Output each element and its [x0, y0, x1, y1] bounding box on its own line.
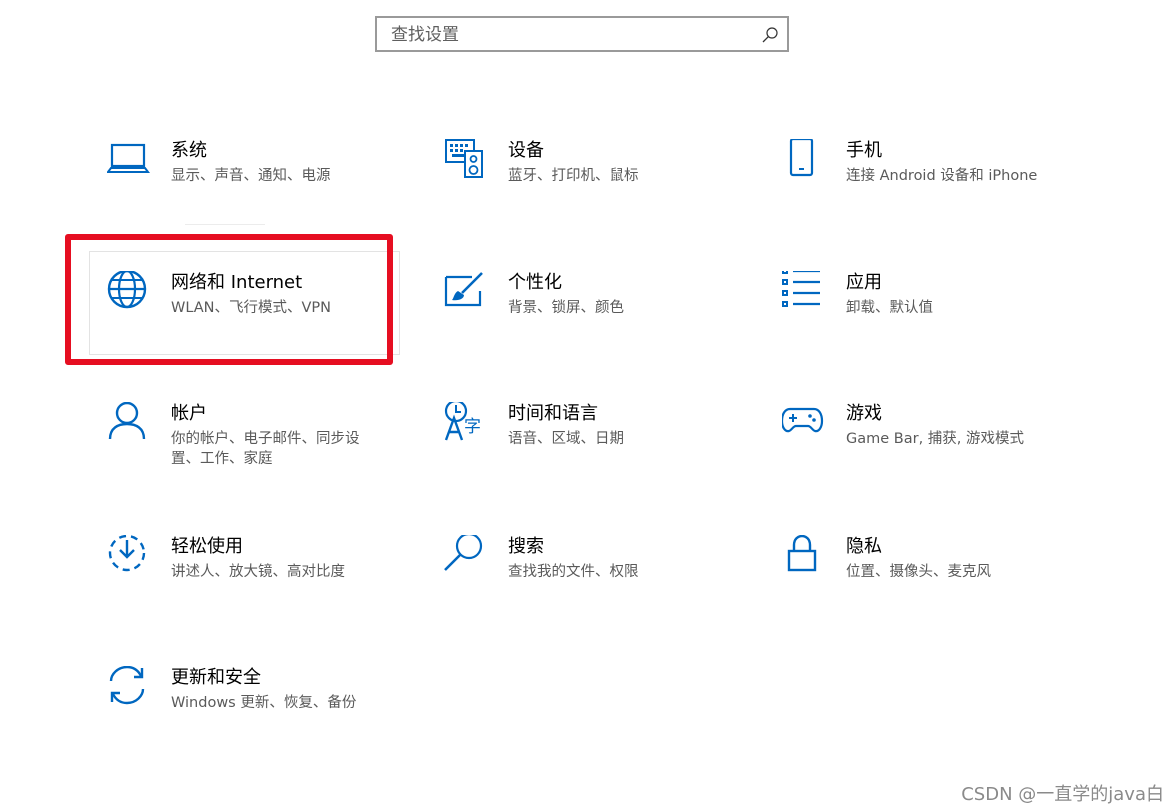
tile-system[interactable]: 系统 显示、声音、通知、电源	[107, 139, 407, 229]
tile-search[interactable]: 搜索 查找我的文件、权限	[444, 535, 744, 625]
search-placeholder: 查找设置	[391, 25, 459, 45]
apps-list-icon	[782, 271, 826, 315]
tile-title: 手机	[846, 140, 882, 161]
divider	[185, 224, 265, 225]
tile-title: 搜索	[508, 536, 544, 557]
tile-title: 时间和语言	[508, 403, 598, 424]
tile-title: 应用	[846, 272, 882, 293]
tile-desc: 查找我的文件、权限	[508, 564, 639, 580]
gamepad-icon	[782, 402, 826, 446]
tile-desc: 蓝牙、打印机、鼠标	[508, 168, 639, 184]
tile-desc: 显示、声音、通知、电源	[171, 168, 331, 184]
tile-phone[interactable]: 手机 连接 Android 设备和 iPhone	[782, 139, 1082, 229]
svg-text:字: 字	[464, 417, 481, 437]
lock-icon	[782, 535, 826, 579]
tile-desc: 你的帐户、电子邮件、同步设置、工作、家庭	[171, 431, 360, 467]
tile-desc: 位置、摄像头、麦克风	[846, 564, 991, 580]
tile-desc: 连接 Android 设备和 iPhone	[846, 168, 1038, 184]
tile-title: 轻松使用	[171, 536, 243, 557]
ease-of-access-icon	[107, 535, 151, 579]
tile-devices[interactable]: 设备 蓝牙、打印机、鼠标	[444, 139, 744, 229]
tile-apps[interactable]: 应用 卸载、默认值	[782, 271, 1082, 361]
tile-desc: 卸载、默认值	[846, 300, 933, 316]
tile-title: 帐户	[171, 403, 207, 424]
tile-title: 个性化	[508, 272, 562, 293]
tile-desc: 背景、锁屏、颜色	[508, 300, 624, 316]
tile-desc: 讲述人、放大镜、高对比度	[171, 564, 345, 580]
tile-title: 隐私	[846, 536, 882, 557]
tile-desc: Game Bar, 捕获, 游戏模式	[846, 431, 1025, 447]
settings-page: 查找设置 系统 显示、声音、通知、电源 设备 蓝牙、打印机、鼠标 手机 连接 A…	[0, 0, 1176, 812]
tile-ease-of-access[interactable]: 轻松使用 讲述人、放大镜、高对比度	[107, 535, 407, 625]
paint-brush-icon	[444, 271, 488, 315]
phone-icon	[782, 139, 826, 183]
tile-title: 系统	[171, 140, 207, 161]
tile-desc: Windows 更新、恢复、备份	[171, 695, 357, 711]
tile-title: 设备	[508, 140, 544, 161]
tile-accounts[interactable]: 帐户 你的帐户、电子邮件、同步设置、工作、家庭	[107, 402, 407, 492]
tile-privacy[interactable]: 隐私 位置、摄像头、麦克风	[782, 535, 1082, 625]
tile-title: 游戏	[846, 403, 882, 424]
sync-icon	[107, 666, 151, 710]
tile-time-language[interactable]: 字 时间和语言 语音、区域、日期	[444, 402, 744, 492]
keyboard-speaker-icon	[444, 139, 488, 183]
time-language-icon: 字	[444, 402, 488, 446]
tile-update-security[interactable]: 更新和安全 Windows 更新、恢复、备份	[107, 666, 407, 756]
magnifier-icon	[444, 535, 488, 579]
search-input[interactable]: 查找设置	[375, 16, 789, 52]
tile-desc: 语音、区域、日期	[508, 431, 624, 447]
red-highlight-box	[65, 234, 393, 365]
person-icon	[107, 402, 151, 446]
search-icon[interactable]	[761, 26, 779, 44]
tile-personalization[interactable]: 个性化 背景、锁屏、颜色	[444, 271, 744, 361]
watermark: CSDN @一直学的java白	[961, 784, 1164, 805]
tile-title: 更新和安全	[171, 667, 261, 688]
tile-gaming[interactable]: 游戏 Game Bar, 捕获, 游戏模式	[782, 402, 1082, 492]
laptop-icon	[107, 139, 151, 183]
